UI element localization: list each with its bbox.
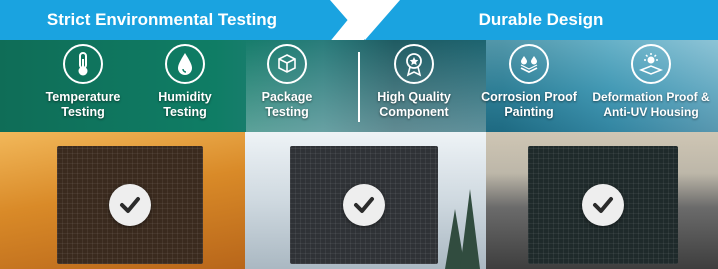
medal-star-icon [394,44,434,84]
feature-label: Corrosion Proof Painting [481,90,577,119]
feature-label: Humidity Testing [158,90,212,119]
panel-snow [245,132,486,269]
led-screen [528,146,678,264]
feature-temperature: Temperature Testing [28,44,138,120]
feature-label: Temperature Testing [45,90,121,119]
tree-decoration [460,189,480,269]
thermometer-icon [63,44,103,84]
feature-quality: High Quality Component [359,44,469,120]
feature-label: High Quality Component [377,90,451,119]
check-icon [343,184,385,226]
corrosion-drops-icon [509,44,549,84]
header-strict-environmental-testing: Strict Environmental Testing [0,0,364,40]
header-durable-design: Durable Design [364,0,718,40]
feature-label: Package Testing [261,90,313,119]
header-right-label: Durable Design [478,10,604,29]
panel-desert [0,132,245,269]
infographic: Strict Environmental Testing Durable Des… [0,0,718,269]
feature-humidity: Humidity Testing [130,44,240,120]
led-screen [57,146,203,264]
led-screen [290,146,438,264]
feature-corrosion: Corrosion Proof Painting [474,44,584,120]
panel-seaside-road [486,132,718,269]
header-left-label: Strict Environmental Testing [46,10,278,29]
package-box-icon [267,44,307,84]
water-drop-icon [165,44,205,84]
feature-deformation: Deformation Proof & Anti-UV Housing [586,44,716,120]
check-icon [582,184,624,226]
check-icon [109,184,151,226]
sun-uv-icon [631,44,671,84]
feature-label: Deformation Proof & Anti-UV Housing [592,90,710,119]
feature-package: Package Testing [232,44,342,120]
